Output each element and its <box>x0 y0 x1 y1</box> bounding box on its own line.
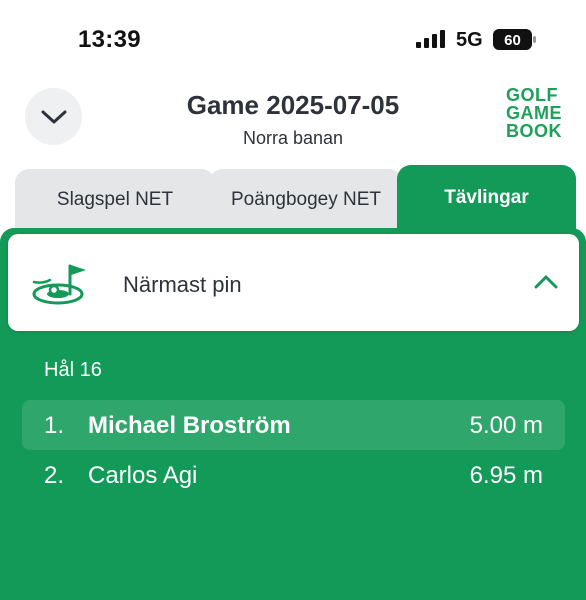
result-player-name: Carlos Agi <box>88 462 198 489</box>
game-tabs: Slagspel NET Poängbogey NET Tävlingar <box>0 165 586 235</box>
page-title: Game 2025-07-05 <box>186 90 400 120</box>
logo-line-game: GAME <box>506 103 562 123</box>
result-player-name: Michael Broström <box>88 412 291 439</box>
status-time: 13:39 <box>78 26 141 53</box>
hole-label: Hål 16 <box>44 359 102 381</box>
course-name: Norra banan <box>242 128 344 148</box>
logo-line-book: BOOK <box>506 121 562 141</box>
competition-panel: Närmast pin Hål 16 1. Michael Broström 5… <box>0 228 586 600</box>
golf-gamebook-logo: GOLF GAME BOOK <box>506 86 566 140</box>
result-row: 2. Carlos Agi 6.95 m <box>22 450 565 500</box>
tab-slagspel-net[interactable]: Slagspel NET <box>15 169 215 235</box>
tab-poangbogey-net[interactable]: Poängbogey NET <box>209 169 403 235</box>
status-bar: 13:39 5G 60 <box>0 0 586 80</box>
signal-strength-icon <box>416 30 445 48</box>
tab-tavlingar[interactable]: Tävlingar <box>397 165 576 235</box>
competition-card-header[interactable]: Närmast pin <box>8 234 579 331</box>
competition-title: Närmast pin <box>123 272 242 297</box>
game-header: Game 2025-07-05 Norra banan GOLF GAME BO… <box>0 80 586 170</box>
result-row: 1. Michael Broström 5.00 m <box>22 400 565 450</box>
result-rank: 2. <box>44 462 65 489</box>
chevron-up-icon[interactable] <box>534 274 558 290</box>
battery-icon: 60 <box>493 29 536 50</box>
result-distance: 5.00 m <box>469 412 543 439</box>
network-type: 5G <box>456 29 483 51</box>
result-distance: 6.95 m <box>469 462 543 489</box>
logo-line-golf: GOLF <box>506 85 558 105</box>
battery-level: 60 <box>504 32 521 49</box>
golf-hole-flag-icon <box>32 264 86 305</box>
result-rank: 1. <box>44 412 65 439</box>
